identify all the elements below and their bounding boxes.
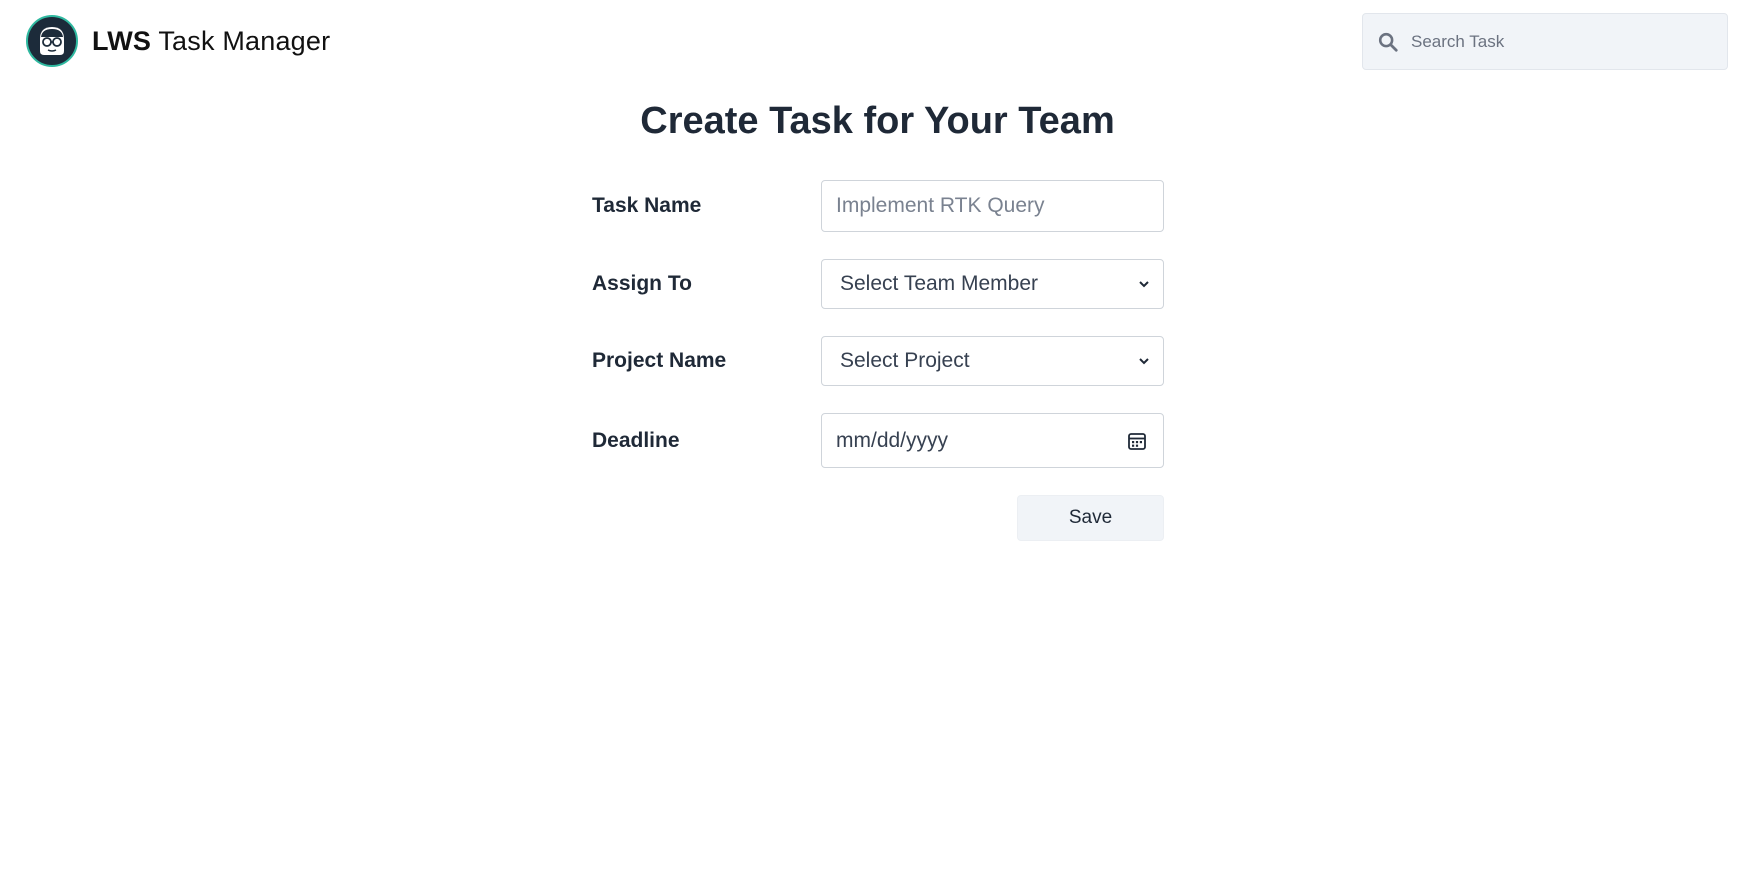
- project-name-row: Project Name Select Project: [592, 336, 1164, 386]
- project-name-select[interactable]: Select Project: [821, 336, 1164, 386]
- assign-to-label: Assign To: [592, 272, 692, 295]
- chevron-down-icon: [1139, 281, 1149, 288]
- assign-to-row: Assign To Select Team Member: [592, 259, 1164, 309]
- task-name-input[interactable]: [822, 181, 1163, 231]
- assign-to-select[interactable]: Select Team Member: [821, 259, 1164, 309]
- project-selected-value: Select Project: [840, 349, 970, 372]
- deadline-row: Deadline mm/dd/yyyy: [592, 413, 1164, 468]
- search-bar[interactable]: [1362, 13, 1728, 70]
- task-name-row: Task Name: [592, 180, 1164, 232]
- save-button[interactable]: Save: [1017, 495, 1164, 541]
- task-name-field-wrapper: [821, 180, 1164, 232]
- deadline-placeholder: mm/dd/yyyy: [836, 428, 949, 452]
- calendar-icon[interactable]: [1126, 430, 1148, 452]
- task-name-label: Task Name: [592, 194, 702, 217]
- assign-to-selected-value: Select Team Member: [840, 272, 1039, 295]
- search-icon: [1378, 32, 1398, 52]
- project-name-label: Project Name: [592, 349, 727, 372]
- app-title: LWS Task Manager: [92, 25, 331, 56]
- chevron-down-icon: [1139, 358, 1149, 365]
- header: LWS Task Manager: [0, 0, 1755, 86]
- avatar-glasses-icon: [26, 15, 78, 67]
- brand[interactable]: LWS Task Manager: [26, 15, 330, 67]
- search-input[interactable]: [1409, 20, 1727, 63]
- deadline-label: Deadline: [592, 428, 680, 452]
- page-title: Create Task for Your Team: [640, 100, 1115, 142]
- deadline-date-input[interactable]: mm/dd/yyyy: [821, 413, 1164, 468]
